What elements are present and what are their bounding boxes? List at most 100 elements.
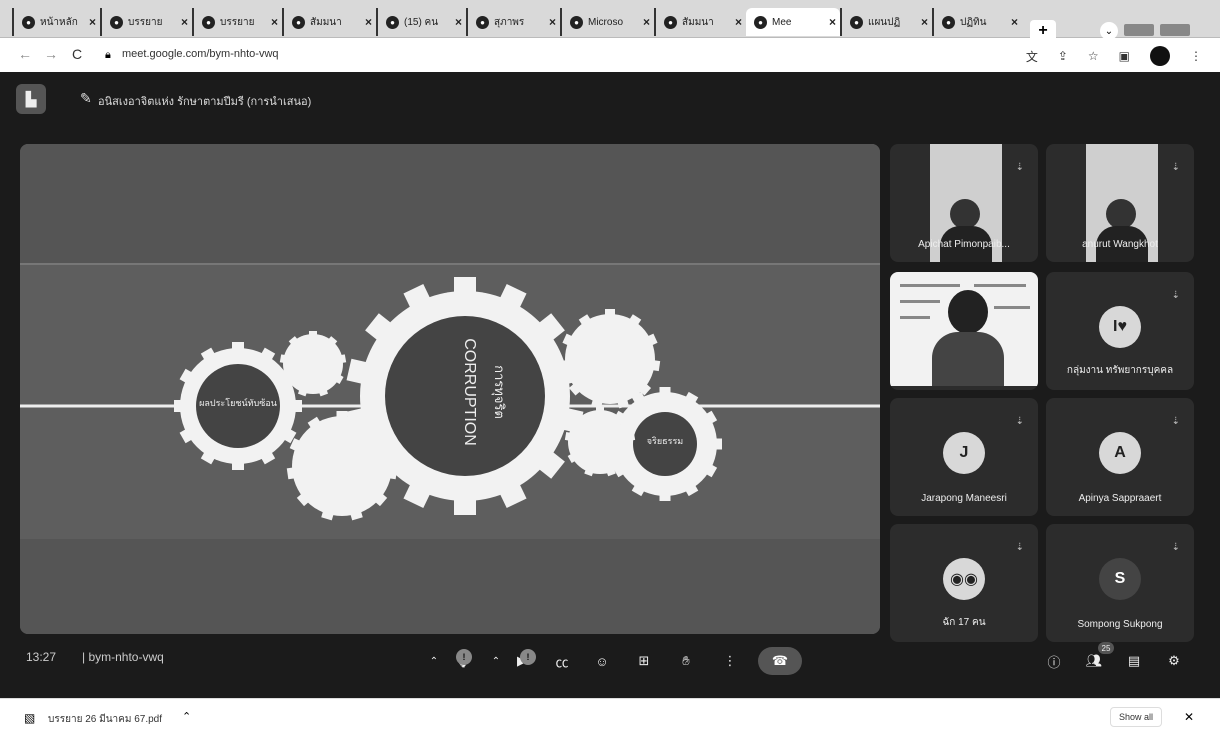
gear-tooth <box>608 438 617 450</box>
sidepanel-icon[interactable]: ▣ <box>1119 49 1130 63</box>
minimize-button[interactable] <box>1124 24 1154 36</box>
close-tab-icon[interactable]: × <box>455 15 462 29</box>
download-filename[interactable]: บรรยาย 26 มีนาคม 67.pdf <box>48 712 162 727</box>
slide-text-line <box>974 284 1026 287</box>
mic-muted-icon: ⇣ <box>1171 416 1180 427</box>
participant-avatar: J <box>943 432 985 474</box>
forward-icon[interactable]: → <box>44 46 58 62</box>
tab-label: Microso <box>588 16 624 28</box>
mic-muted-icon: ⇣ <box>1015 416 1024 427</box>
close-tab-icon[interactable]: × <box>365 15 372 29</box>
close-tab-icon[interactable]: × <box>89 15 96 29</box>
participant-tile[interactable]: ◉◉ ⇣ ฉัก 17 คน <box>890 524 1038 642</box>
participant-tile[interactable]: A ⇣ Apinya Sappraaert <box>1046 398 1194 516</box>
emoji-icon[interactable]: ☺ <box>586 645 618 677</box>
gear-tooth <box>292 400 302 412</box>
tab-label: สัมมนา <box>310 16 342 28</box>
end-call-button[interactable]: ☎︎ <box>758 647 802 675</box>
tab-label: สุภาพร <box>494 16 525 28</box>
tab-item[interactable]: ● หน้าหลัก × <box>12 8 100 36</box>
participant-name: Apichat Pimonpaib... <box>918 239 1010 250</box>
meeting-code-text: bym-nhto-vwq <box>88 650 164 664</box>
participant-tile[interactable] <box>890 272 1038 390</box>
meet-window: ▙ ✎ อนิสเงอาจิตแห่ง รักษาตามปีมรี (การนำ… <box>0 72 1220 698</box>
download-chevron-icon[interactable]: ⌃ <box>182 710 191 723</box>
slide-text-line <box>900 316 930 319</box>
translate-icon[interactable]: 文 <box>1026 48 1038 65</box>
google-icon: ● <box>850 15 863 29</box>
gear-tooth <box>713 438 722 450</box>
download-bar: ▧ บรรยาย 26 มีนาคม 67.pdf ⌃ Show all ✕ <box>0 698 1220 736</box>
person-head <box>1106 199 1136 229</box>
participant-avatar: S <box>1099 558 1141 600</box>
participant-name: anurut Wangkhot <box>1082 239 1158 250</box>
raise-hand-icon[interactable]: ✋︎ <box>670 645 702 677</box>
tab-item[interactable]: ● Mee × <box>746 8 840 36</box>
chat-icon[interactable]: ▤ <box>1118 645 1150 677</box>
gear-tooth <box>232 342 244 352</box>
left-gear-text: ผลประโยชน์ทับซ้อน <box>199 397 277 408</box>
close-tab-icon[interactable]: × <box>921 15 928 29</box>
gear-tooth <box>336 411 348 420</box>
activities-icon[interactable]: ⚙︎ <box>1158 645 1190 677</box>
back-icon[interactable]: ← <box>18 46 32 62</box>
address-bar: ← → C 🔒︎ meet.google.com/bym-nhto-vwq 文 … <box>0 38 1220 72</box>
tab-item[interactable]: ● (15) คน × <box>376 8 466 36</box>
gear-tooth <box>605 309 615 318</box>
more-options-icon[interactable]: ⋮ <box>714 645 746 677</box>
calendar-icon: ● <box>942 15 955 29</box>
window-controls <box>1124 24 1190 36</box>
tab-item[interactable]: ● ปฏิทิน × <box>932 8 1022 36</box>
bookmark-star-icon[interactable]: ☆ <box>1088 49 1099 63</box>
participant-tile[interactable]: J ⇣ Jarapong Maneesri <box>890 398 1038 516</box>
tab-label: ปฏิทิน <box>960 16 987 28</box>
tab-item[interactable]: ● บรรยาย × <box>192 8 282 36</box>
close-tab-icon[interactable]: × <box>643 15 650 29</box>
tab-item[interactable]: ● บรรยาย × <box>100 8 192 36</box>
profile-avatar[interactable] <box>1150 46 1170 66</box>
meeting-info-icon[interactable]: ⓘ <box>1038 645 1070 677</box>
participant-tile[interactable]: ⇣ anurut Wangkhot <box>1046 144 1194 262</box>
tab-item[interactable]: ● แผนปฏิ × <box>840 8 932 36</box>
participant-count-badge: 25 <box>1098 642 1114 654</box>
main-gear-text: CORRUPTION <box>461 338 478 446</box>
tab-list: ● หน้าหลัก × ● บรรยาย × ● บรรยาย × ● สัมมนา × ● (15) … <box>12 8 1022 36</box>
meet-presentation-icon[interactable]: ▙ <box>16 84 46 114</box>
meeting-code: | bym-nhto-vwq <box>82 650 164 664</box>
close-tab-icon[interactable]: × <box>1011 15 1018 29</box>
url-field[interactable]: meet.google.com/bym-nhto-vwq <box>122 48 279 60</box>
google-icon: ● <box>292 15 305 29</box>
main-gear-sub: การทุจริต <box>491 365 507 419</box>
pdf-file-icon: ▧ <box>24 711 36 725</box>
tab-item[interactable]: ● สัมมนา × <box>654 8 746 36</box>
participant-avatar: A <box>1099 432 1141 474</box>
gear-tooth <box>559 359 571 372</box>
facebook-icon: ● <box>476 15 489 29</box>
present-screen-icon[interactable]: ⊞ <box>628 645 660 677</box>
mic-muted-icon: ⇣ <box>1171 542 1180 553</box>
close-tab-icon[interactable]: × <box>829 15 836 29</box>
share-icon[interactable]: ⇪ <box>1058 49 1068 63</box>
close-download-bar-icon[interactable]: ✕ <box>1184 710 1194 724</box>
show-all-button[interactable]: Show all <box>1110 707 1163 727</box>
participant-tile[interactable]: I♥ ⇣ กลุ่มงาน ทรัพยากรบุคคล <box>1046 272 1194 390</box>
close-tab-icon[interactable]: × <box>549 15 556 29</box>
reload-icon[interactable]: C <box>72 46 82 62</box>
mic-alert-badge: ! <box>456 649 472 665</box>
close-tab-icon[interactable]: × <box>181 15 188 29</box>
participant-tile[interactable]: S ⇣ Sompong Sukpong <box>1046 524 1194 642</box>
participant-video <box>890 272 1038 386</box>
captions-icon[interactable]: ㏄ <box>546 645 578 677</box>
participant-name: Apinya Sappraaert <box>1078 493 1162 504</box>
participant-tile[interactable]: ⇣ Apichat Pimonpaib... <box>890 144 1038 262</box>
tab-item[interactable]: ● Microso × <box>560 8 654 36</box>
camera-alert-badge: ! <box>520 649 536 665</box>
tab-item[interactable]: ● สัมมนา × <box>282 8 376 36</box>
menu-kebab-icon[interactable]: ⋮ <box>1190 49 1202 63</box>
message-icon: ● <box>110 15 123 29</box>
close-tab-icon[interactable]: × <box>735 15 742 29</box>
maximize-button[interactable] <box>1160 24 1190 36</box>
tab-item[interactable]: ● สุภาพร × <box>466 8 560 36</box>
person-head <box>950 199 980 229</box>
close-tab-icon[interactable]: × <box>271 15 278 29</box>
